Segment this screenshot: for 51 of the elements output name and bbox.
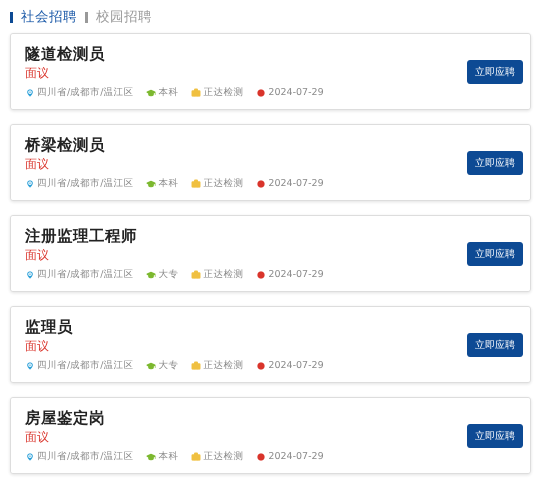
job-location: 四川省/成都市/温江区 xyxy=(37,177,134,190)
apply-button[interactable]: 立即应聘 xyxy=(467,424,523,448)
job-date: 2024-07-29 xyxy=(268,451,324,462)
briefcase-icon xyxy=(191,452,202,462)
graduation-cap-icon xyxy=(146,178,156,188)
job-date: 2024-07-29 xyxy=(268,87,324,98)
job-date: 2024-07-29 xyxy=(268,360,324,371)
job-education: 本科 xyxy=(158,450,178,463)
salary: 面议 xyxy=(25,247,50,264)
job-company: 正达检测 xyxy=(203,177,244,190)
map-pin-icon xyxy=(25,178,35,188)
salary: 面议 xyxy=(25,65,50,82)
map-pin-icon xyxy=(25,270,35,280)
graduation-cap-icon xyxy=(146,452,156,462)
briefcase-icon xyxy=(191,360,202,370)
briefcase-icon xyxy=(191,178,202,188)
graduation-cap-icon xyxy=(146,270,156,280)
job-title: 隧道检测员 xyxy=(25,44,106,64)
job-date: 2024-07-29 xyxy=(268,178,324,189)
job-location: 四川省/成都市/温江区 xyxy=(37,359,134,372)
job-company: 正达检测 xyxy=(203,268,244,281)
salary: 面议 xyxy=(25,156,50,173)
graduation-cap-icon xyxy=(146,88,156,98)
job-location: 四川省/成都市/温江区 xyxy=(37,268,134,281)
apply-button[interactable]: 立即应聘 xyxy=(467,332,523,356)
map-pin-icon xyxy=(25,88,35,98)
job-company: 正达检测 xyxy=(203,359,244,372)
salary: 面议 xyxy=(25,338,50,355)
job-title: 桥梁检测员 xyxy=(25,135,106,155)
job-title: 房屋鉴定岗 xyxy=(25,408,106,428)
briefcase-icon xyxy=(191,88,202,98)
apply-button[interactable]: 立即应聘 xyxy=(467,242,523,266)
graduation-cap-icon xyxy=(146,360,156,370)
job-company: 正达检测 xyxy=(203,86,244,99)
job-location: 四川省/成都市/温江区 xyxy=(37,86,134,99)
map-pin-icon xyxy=(25,452,35,462)
map-pin-icon xyxy=(25,360,35,370)
job-education: 大专 xyxy=(158,268,178,281)
salary: 面议 xyxy=(25,429,50,446)
job-date: 2024-07-29 xyxy=(268,269,324,280)
job-title: 注册监理工程师 xyxy=(25,226,138,246)
job-company: 正达检测 xyxy=(203,450,244,463)
apply-button[interactable]: 立即应聘 xyxy=(467,60,523,84)
apply-button[interactable]: 立即应聘 xyxy=(467,150,523,174)
job-education: 本科 xyxy=(158,177,178,190)
briefcase-icon xyxy=(191,270,202,280)
job-education: 本科 xyxy=(158,86,178,99)
job-location: 四川省/成都市/温江区 xyxy=(37,450,134,463)
job-education: 大专 xyxy=(158,359,178,372)
tab[interactable]: 社会招聘 xyxy=(21,8,77,26)
job-title: 监理员 xyxy=(25,317,74,337)
